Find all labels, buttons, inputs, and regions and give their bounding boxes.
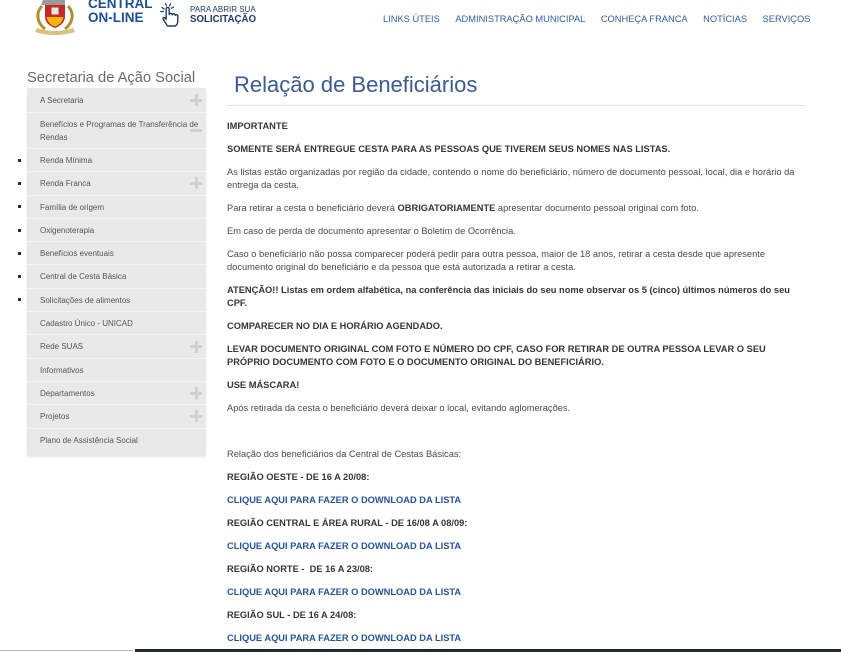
sidebar-item-rede-suas[interactable]: Rede SUAS	[27, 335, 206, 359]
sidebar-title: Secretaria de Ação Social	[27, 70, 196, 86]
footer-edge-left	[0, 650, 133, 651]
sidebar-item-label: Cadastro Único - UNICAD	[40, 319, 133, 329]
text-segment: Para retirar a cesta o beneficiário deve…	[227, 203, 398, 213]
main-content: Relação de Beneficiários IMPORTANTE SOME…	[227, 70, 806, 645]
sidebar-item-label: Projetos	[40, 412, 70, 422]
region-label-oeste: REGIÃO OESTE - DE 16 A 20/08:	[227, 472, 370, 482]
heading-importante: IMPORTANTE	[227, 121, 288, 131]
sidebar-item-plano-de-assistencia-social[interactable]: Plano de Assistência Social	[27, 429, 206, 452]
sidebar-subitem-oxigenoterapia[interactable]: Oxigenoterapia	[18, 219, 206, 243]
notice-bring-documents: LEVAR DOCUMENTO ORIGINAL COM FOTO E NÚME…	[227, 344, 766, 367]
nav-links-uteis[interactable]: LINKS ÚTEIS	[383, 12, 440, 26]
sidebar-item-label: Oxigenoterapia	[40, 225, 95, 235]
sidebar-item-label: Família de origem	[40, 202, 105, 212]
pointing-hand-icon[interactable]	[157, 2, 183, 28]
nav-administracao-municipal[interactable]: ADMINISTRAÇÃO MUNICIPAL	[455, 12, 585, 26]
sidebar-subitem-renda-franca[interactable]: Renda Franca	[18, 172, 206, 196]
plus-icon[interactable]	[190, 410, 202, 423]
sidebar-item-cadastro-unico[interactable]: Cadastro Único - UNICAD	[27, 312, 206, 336]
sidebar-item-a-secretaria[interactable]: A Secretaria	[27, 88, 206, 113]
paragraph-leave-after-pickup: Após retirada da cesta o beneficiário de…	[227, 403, 571, 413]
plus-icon[interactable]	[190, 177, 202, 190]
plus-icon[interactable]	[190, 94, 202, 106]
sidebar-menu: A Secretaria Benefícios e Programas de T…	[18, 88, 206, 455]
page-title: Relação de Beneficiários	[227, 70, 806, 106]
central-online-logo[interactable]: CENTRAL ON-LINE	[88, 0, 153, 25]
sidebar-item-label: Renda Franca	[40, 179, 91, 189]
download-list-link-central-rural[interactable]: CLIQUE AQUI PARA FAZER O DOWNLOAD DA LIS…	[227, 540, 806, 553]
region-label-norte: REGIÃO NORTE - DE 16 A 23/08:	[227, 564, 374, 574]
cta-line-1: PARA ABRIR SUA	[190, 5, 256, 14]
nav-conheca-franca[interactable]: CONHEÇA FRANCA	[601, 12, 688, 26]
nav-servicos[interactable]: SERVIÇOS	[763, 12, 811, 26]
sidebar-item-beneficios[interactable]: Benefícios e Programas de Transferência …	[27, 113, 206, 149]
download-list-link-norte[interactable]: CLIQUE AQUI PARA FAZER O DOWNLOAD DA LIS…	[227, 586, 806, 599]
download-list-link-oeste[interactable]: CLIQUE AQUI PARA FAZER O DOWNLOAD DA LIS…	[227, 494, 806, 507]
sidebar-item-label: Informativos	[40, 365, 84, 375]
sidebar-item-label: Solicitações de alimentos	[40, 295, 131, 305]
sidebar-item-label: Central de Cesta Básica	[40, 272, 127, 282]
sidebar-item-label: Plano de Assistência Social	[40, 435, 138, 445]
sidebar-item-label: Benefícios e Programas de Transferência …	[40, 120, 199, 142]
sidebar-item-label: Departamentos	[40, 388, 95, 398]
warning-names-on-lists: SOMENTE SERÁ ENTREGUE CESTA PARA AS PESS…	[227, 144, 671, 154]
open-request-link[interactable]: PARA ABRIR SUA SOLICITAÇÃO	[190, 5, 256, 25]
text-segment: apresentar documento pessoal original co…	[495, 203, 699, 213]
sidebar-subitem-beneficios-eventuais[interactable]: Benefícios eventuais	[18, 242, 206, 266]
site-header: CENTRAL ON-LINE PARA ABRIR SUA SOLICITAÇ…	[0, 0, 841, 35]
notice-attend-scheduled: COMPARECER NO DIA E HORÁRIO AGENDADO.	[227, 321, 443, 331]
download-list-link-sul[interactable]: CLIQUE AQUI PARA FAZER O DOWNLOAD DA LIS…	[227, 632, 806, 645]
sidebar-subitem-familia-de-origem[interactable]: Família de origem	[18, 196, 206, 219]
region-label-sul: REGIÃO SUL - DE 16 A 24/08:	[227, 610, 357, 620]
attention-alphabetical-order: ATENÇÃO!! Listas em ordem alfabética, na…	[227, 285, 790, 308]
notice-use-mask: USE MÁSCARA!	[227, 380, 300, 390]
plus-icon[interactable]	[190, 340, 202, 353]
sidebar-item-informativos[interactable]: Informativos	[27, 359, 206, 382]
nav-noticias[interactable]: NOTÍCIAS	[703, 12, 747, 26]
sidebar-subitem-renda-minima[interactable]: Renda Mínima	[18, 149, 206, 173]
top-navigation: LINKS ÚTEIS ADMINISTRAÇÃO MUNICIPAL CONH…	[383, 12, 810, 26]
brand-line-2: ON-LINE	[88, 10, 144, 25]
cta-line-2: SOLICITAÇÃO	[190, 14, 257, 25]
article-body: IMPORTANTE SOMENTE SERÁ ENTREGUE CESTA P…	[227, 106, 806, 645]
sidebar-item-label: Renda Mínima	[40, 156, 93, 165]
paragraph-proxy-pickup: Caso o beneficiário não possa comparecer…	[227, 249, 765, 272]
sidebar-item-label: Rede SUAS	[40, 342, 84, 352]
emphasis-obrigatoriamente: OBRIGATORIAMENTE	[397, 203, 496, 213]
sidebar-item-label: Benefícios eventuais	[40, 249, 114, 259]
sidebar-subitem-central-de-cesta-basica[interactable]: Central de Cesta Básica	[18, 265, 206, 289]
sidebar-subitem-solicitacoes-de-alimentos[interactable]: Solicitações de alimentos	[18, 289, 206, 313]
sidebar-item-label: A Secretaria	[40, 96, 84, 105]
plus-icon[interactable]	[190, 387, 202, 400]
paragraph-lists-organization: As listas estão organizadas por região d…	[227, 167, 795, 190]
minus-icon[interactable]	[190, 125, 202, 137]
region-label-central-rural: REGIÃO CENTRAL E ÁREA RURAL - DE 16/08 A…	[227, 518, 468, 528]
sidebar-item-departamentos[interactable]: Departamentos	[27, 382, 206, 406]
paragraph-lost-document: Em caso de perda de documento apresentar…	[227, 226, 516, 236]
paragraph-document-requirement: Para retirar a cesta o beneficiário deve…	[227, 202, 806, 215]
beneficiaries-list-intro: Relação dos beneficiários da Central de …	[227, 449, 462, 459]
city-crest-icon[interactable]	[32, 0, 78, 35]
sidebar-item-projetos[interactable]: Projetos	[27, 405, 206, 429]
